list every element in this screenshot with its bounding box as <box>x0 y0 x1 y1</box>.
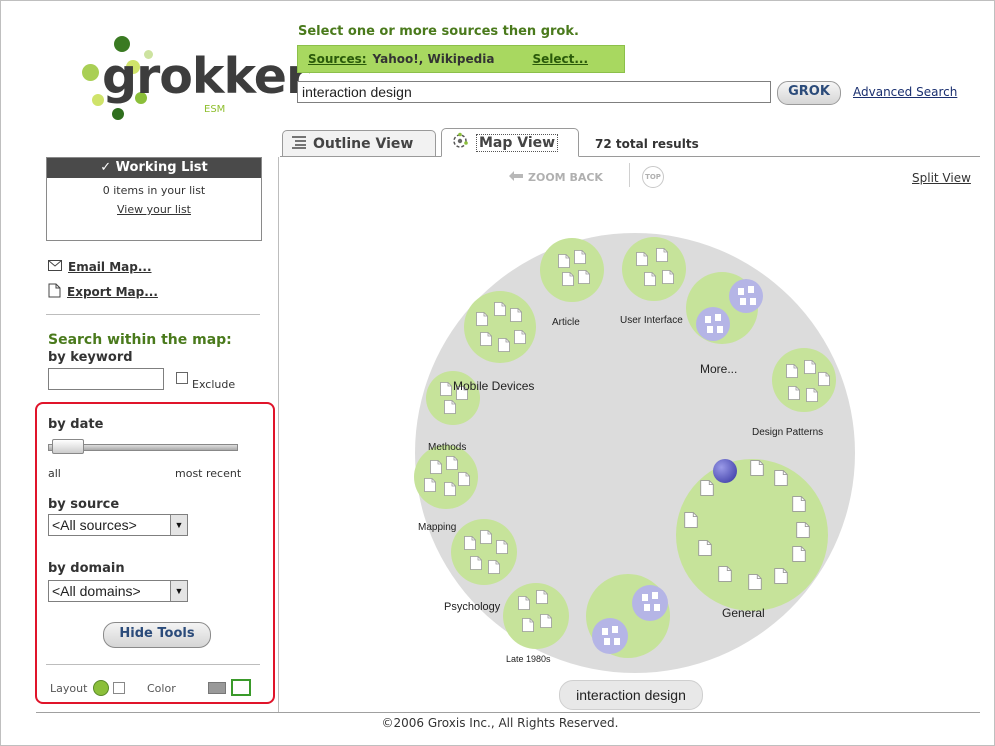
email-map-link[interactable]: Email Map... <box>48 260 152 274</box>
exclude-checkbox[interactable] <box>176 372 188 384</box>
working-list-box: ✓ Working List 0 items in your list View… <box>46 157 262 241</box>
tab-map-view[interactable]: Map View <box>441 128 579 157</box>
cluster-user-interface[interactable] <box>622 237 686 301</box>
total-results: 72 total results <box>595 137 699 151</box>
cluster-design-patterns[interactable] <box>772 348 836 412</box>
instruction-text: Select one or more sources then grok. <box>298 24 579 39</box>
label-general: General <box>722 606 765 620</box>
domain-select[interactable]: <All domains> ▼ <box>48 580 188 602</box>
export-map-label: Export Map... <box>67 285 158 299</box>
cluster-late-1980s[interactable] <box>503 583 569 649</box>
view-list-link[interactable]: View your list <box>47 203 261 216</box>
grok-map: Article User Interface More... Mobile De… <box>414 233 855 673</box>
source-select-value: <All sources> <box>52 517 137 533</box>
date-slider-thumb[interactable] <box>52 439 84 454</box>
label-mapping: Mapping <box>418 522 456 533</box>
color-label: Color <box>147 682 176 695</box>
cluster-methods[interactable] <box>414 445 478 509</box>
tab-outline-view[interactable]: Outline View <box>282 130 436 156</box>
select-sources-link[interactable]: Select... <box>532 52 588 66</box>
layout-square-option[interactable] <box>113 682 125 694</box>
separator <box>46 664 260 665</box>
logo-esm: ESM <box>204 104 226 115</box>
logo-dot <box>82 64 99 81</box>
sources-label[interactable]: Sources: <box>308 52 367 66</box>
domain-select-value: <All domains> <box>52 583 141 599</box>
chevron-down-icon: ▼ <box>170 515 187 535</box>
label-psychology: Psychology <box>444 601 501 613</box>
working-list-header: ✓ Working List <box>47 158 261 178</box>
layout-label: Layout <box>50 682 88 695</box>
export-map-link[interactable]: Export Map... <box>48 283 158 301</box>
panel-divider <box>278 157 279 712</box>
keyword-input[interactable] <box>48 368 164 390</box>
color-gray-option[interactable] <box>208 682 226 694</box>
sources-bar: Sources: Yahoo!, Wikipedia Select... <box>297 45 625 73</box>
exclude-label: Exclude <box>192 378 236 391</box>
top-label: TOP <box>645 173 661 181</box>
email-map-label: Email Map... <box>68 260 152 274</box>
search-input[interactable] <box>297 81 771 103</box>
back-arrow-icon <box>508 170 524 185</box>
label-more: More... <box>700 362 737 376</box>
toolbar-divider <box>629 163 630 187</box>
tab-baseline <box>280 156 980 157</box>
date-max-label: most recent <box>175 467 242 480</box>
cluster-subclusters-bottom[interactable] <box>586 574 670 658</box>
split-view-link[interactable]: Split View <box>912 171 971 185</box>
by-keyword-label: by keyword <box>48 350 133 365</box>
cluster-mobile-devices[interactable] <box>464 291 536 363</box>
separator <box>46 314 260 315</box>
envelope-icon <box>48 260 62 274</box>
working-list-count: 0 items in your list <box>102 184 206 197</box>
checkmark-icon: ✓ <box>100 160 112 175</box>
layout-circle-option[interactable] <box>93 680 109 696</box>
map-view-icon <box>450 132 470 154</box>
label-methods: Methods <box>428 442 466 453</box>
cluster-mapping[interactable] <box>451 519 517 585</box>
outline-icon <box>291 135 307 153</box>
zoom-back-label: ZOOM BACK <box>528 171 603 184</box>
top-button[interactable]: TOP <box>642 166 664 188</box>
chevron-down-icon: ▼ <box>170 581 187 601</box>
date-min-label: all <box>48 467 61 480</box>
color-green-option[interactable] <box>231 679 251 696</box>
logo-wordmark: grokker <box>102 48 310 105</box>
selected-item-ball <box>713 459 737 483</box>
footer-rule <box>36 712 980 713</box>
tab-outline-label: Outline View <box>313 135 414 152</box>
grok-button[interactable]: GROK <box>777 81 841 105</box>
label-mobile-devices: Mobile Devices <box>453 379 534 393</box>
source-select[interactable]: <All sources> ▼ <box>48 514 188 536</box>
advanced-search-link[interactable]: Advanced Search <box>853 85 957 99</box>
label-late-1980s: Late 1980s <box>506 654 551 664</box>
tab-map-label: Map View <box>476 133 559 152</box>
footer-copyright: ©2006 Groxis Inc., All Rights Reserved. <box>381 716 619 730</box>
label-user-interface: User Interface <box>620 315 683 326</box>
cluster-general[interactable] <box>676 459 828 611</box>
logo-dot <box>112 108 124 120</box>
label-article: Article <box>552 317 580 328</box>
by-domain-label: by domain <box>48 561 125 576</box>
by-source-label: by source <box>48 497 120 512</box>
by-date-label: by date <box>48 417 104 432</box>
zoom-back-button[interactable]: ZOOM BACK <box>508 170 603 185</box>
cluster-article[interactable] <box>540 238 604 302</box>
sources-value: Yahoo!, Wikipedia <box>372 52 495 66</box>
search-map-title: Search within the map: <box>48 332 232 348</box>
grokker-logo[interactable]: grokker ESM <box>62 28 310 128</box>
document-icon <box>48 283 61 301</box>
hide-tools-button[interactable]: Hide Tools <box>103 622 211 648</box>
working-list-title: Working List <box>115 160 208 175</box>
query-center-label[interactable]: interaction design <box>559 680 703 710</box>
label-design-patterns: Design Patterns <box>752 427 823 438</box>
